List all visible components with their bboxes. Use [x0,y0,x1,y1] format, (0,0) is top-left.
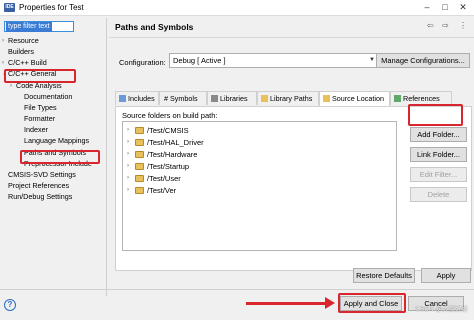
minimize-button[interactable]: – [420,1,434,14]
folder-icon [135,127,144,134]
tab-includes[interactable]: Includes [115,91,159,105]
tree-item[interactable]: Run/Debug Settings [8,192,72,202]
tree-item[interactable]: › C/C++ Build [2,58,47,68]
tab-symbols[interactable]: # Symbols [159,91,207,105]
folder-icon [135,139,144,146]
folder-icon [135,163,144,170]
includes-icon [119,95,126,102]
window-titlebar: IDE Properties for Test – □ ✕ [0,0,474,16]
tree-item[interactable]: Documentation [24,92,72,102]
chevron-right-icon[interactable]: › [2,36,9,46]
configuration-value: Debug [ Active ] [173,56,226,65]
libraries-icon [211,95,218,102]
tree-item-label: C/C++ Build [8,58,47,67]
source-folder-label: /Test/Startup [147,162,190,171]
source-folder-list[interactable]: › /Test/CMSIS › /Test/HAL_Driver › /Test/Hard… [122,121,397,251]
chevron-right-icon[interactable]: › [127,149,133,160]
back-arrow-icon[interactable]: ⇦ [427,21,434,30]
source-folder-label: /Test/HAL_Driver [147,138,204,147]
annotation-arrow-head [325,297,335,309]
apply-button[interactable]: Apply [421,268,471,283]
folder-icon [135,175,144,182]
tree-item-label: Builders [8,47,34,56]
tree-item[interactable]: Project References [8,181,69,191]
tree-item[interactable]: CMSIS-SVD Settings [8,170,76,180]
manage-configurations-button[interactable]: Manage Configurations... [376,53,470,68]
annotation-arrow-line [246,302,326,305]
tree-item-label: Run/Debug Settings [8,192,73,201]
tab-libraries[interactable]: Libraries [207,91,257,105]
delete-button[interactable]: Delete [410,187,467,202]
library-paths-icon [261,95,268,102]
add-folder-button[interactable]: Add Folder... [410,127,467,142]
chevron-right-icon[interactable]: › [127,185,133,196]
highlight-paths-and-symbols [20,150,100,164]
configuration-label: Configuration: [119,58,166,67]
tree-item[interactable]: › Resource [2,36,39,46]
source-folders-label: Source folders on build path: [122,111,218,120]
source-location-pane: Source folders on build path: › /Test/CMS… [115,106,472,271]
chevron-down-icon: ▼ [369,57,375,63]
source-folder-label: /Test/CMSIS [147,126,189,135]
filter-input[interactable]: type filter text [4,21,74,32]
footer-separator [0,289,474,290]
restore-defaults-button[interactable]: Restore Defaults [353,268,415,283]
tree-item-label: Documentation [24,92,73,101]
tab-bar: Includes # Symbols Libraries Library Pat… [115,91,472,106]
close-button[interactable]: ✕ [456,1,470,14]
link-folder-button[interactable]: Link Folder... [410,147,467,162]
title-separator [109,37,474,38]
menu-icon[interactable]: ⋮ [459,21,467,30]
tree-item-label: Resource [8,36,39,45]
folder-icon [135,151,144,158]
highlight-cpp-general [4,69,76,83]
help-icon[interactable]: ? [4,299,16,311]
maximize-button[interactable]: □ [438,1,452,14]
panel-divider[interactable] [106,18,107,296]
watermark: CSDN @大家好好 [415,306,468,313]
tab-source-location[interactable]: Source Location [319,91,390,106]
chevron-right-icon[interactable]: › [127,161,133,172]
tree-item[interactable]: File Types [24,103,57,113]
app-icon: IDE [4,3,15,12]
highlight-apply-and-close [338,293,406,313]
references-icon [394,95,401,102]
tab-references[interactable]: References [390,91,452,105]
chevron-right-icon[interactable]: › [127,125,133,136]
window-title: Properties for Test [19,3,84,12]
folder-icon [135,187,144,194]
highlight-add-folder [408,104,463,126]
filter-placeholder: type filter text [6,22,52,32]
tree-item[interactable]: Formatter [24,114,55,124]
chevron-right-icon[interactable]: › [127,137,133,148]
tree-item-label: Indexer [24,125,48,134]
source-folder-icon [323,95,330,102]
forward-arrow-icon[interactable]: ⇨ [442,21,449,30]
source-folder-label: /Test/Hardware [147,150,198,159]
tree-item-label: File Types [24,103,57,112]
chevron-right-icon[interactable]: › [127,173,133,184]
tree-item[interactable]: Indexer [24,125,48,135]
source-folder-label: /Test/Ver [147,186,177,195]
tree-item[interactable]: Language Mappings [24,136,89,146]
tree-item-label: Language Mappings [24,136,90,145]
tree-item[interactable]: Builders [8,47,34,57]
properties-page: Paths and Symbols ⇦ ⇨ ⋮ Configuration: D… [109,18,474,290]
edit-filter-button[interactable]: Edit Filter... [410,167,467,182]
configuration-select[interactable]: Debug [ Active ] ▼ [169,53,379,68]
tree-item-label: Project References [8,181,70,190]
chevron-right-icon[interactable]: › [2,58,9,68]
tree-item-label: Formatter [24,114,56,123]
tab-library-paths[interactable]: Library Paths [257,91,319,105]
source-folder-label: /Test/User [147,174,181,183]
tree-item-label: CMSIS-SVD Settings [8,170,76,179]
page-title: Paths and Symbols [115,22,194,32]
